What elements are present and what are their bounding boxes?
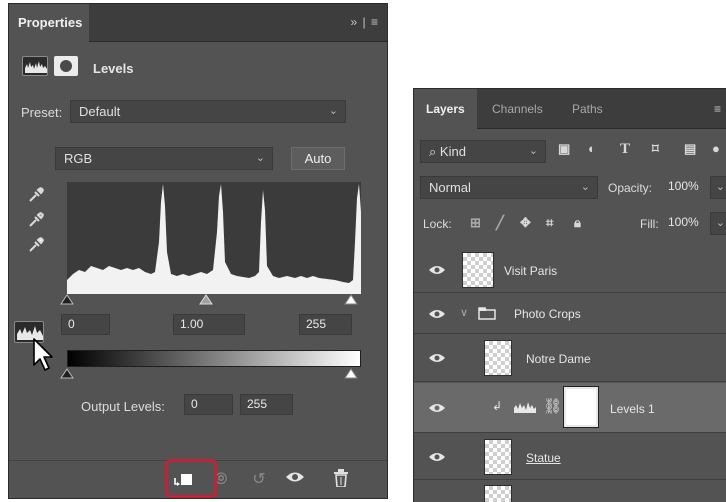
- lock-all-icon[interactable]: 🔒︎: [574, 215, 581, 231]
- layer-thumbnail: [484, 340, 512, 376]
- layer-group-name[interactable]: Photo Crops: [514, 307, 581, 321]
- lock-artboard-icon[interactable]: ⌗: [546, 215, 553, 231]
- panel-menu-icon[interactable]: ≡: [714, 89, 721, 129]
- chevron-down-icon: ⌄: [528, 145, 538, 157]
- visibility-eye-icon[interactable]: [283, 469, 307, 491]
- clipping-arrow-icon: ↲: [492, 399, 503, 413]
- lock-image-pixels-icon[interactable]: ╱: [496, 215, 504, 231]
- layer-thumbnail: [484, 439, 512, 475]
- preset-label: Preset:: [21, 105, 63, 120]
- visibility-eye-icon[interactable]: [428, 402, 446, 414]
- visibility-eye-icon[interactable]: [428, 352, 446, 364]
- input-levels-slider[interactable]: [59, 294, 369, 306]
- output-gradient: [67, 350, 361, 367]
- chevron-down-icon: ⌄: [715, 217, 725, 229]
- opacity-label: Opacity:: [608, 181, 653, 195]
- output-black-field[interactable]: 0: [184, 394, 233, 415]
- chevron-down-icon: ⌄: [715, 181, 725, 193]
- levels-adjustment-icon[interactable]: [22, 56, 48, 76]
- adjustment-title: Levels: [93, 61, 134, 76]
- input-gamma-field[interactable]: 1.00: [173, 314, 245, 335]
- layer-name[interactable]: Notre Dame: [526, 352, 591, 366]
- output-levels-slider[interactable]: [49, 366, 369, 380]
- filter-toggle-icon[interactable]: ●: [712, 141, 720, 156]
- layers-panel: Layers Channels Paths ≡ ⌕ Kind ⌄ ▣ ◐ T ⌑…: [413, 88, 726, 502]
- fill-field[interactable]: 100%: [662, 213, 710, 234]
- panel-menu-icon[interactable]: » | ≡: [351, 15, 379, 29]
- tab-channels[interactable]: Channels: [492, 89, 543, 129]
- opacity-dropdown[interactable]: ⌄: [710, 176, 726, 199]
- tab-layers[interactable]: Layers: [414, 89, 477, 129]
- tab-properties[interactable]: Properties: [9, 4, 89, 42]
- layer-thumbnail: [462, 252, 494, 288]
- blend-mode-dropdown[interactable]: Normal ⌄: [420, 176, 598, 199]
- layer-mask-thumbnail[interactable]: [563, 386, 599, 428]
- adjustment-layer-filter-icon[interactable]: ◐: [588, 141, 596, 156]
- visibility-eye-icon[interactable]: [428, 264, 446, 276]
- lock-transparent-pixels-icon[interactable]: ⊞: [470, 215, 481, 231]
- clip-to-layer-highlight: [165, 459, 217, 498]
- gray-point-eyedropper-icon[interactable]: [27, 211, 45, 229]
- layer-name[interactable]: Statue: [526, 451, 561, 465]
- lock-label: Lock:: [423, 217, 452, 231]
- chevron-down-icon: ⌄: [580, 181, 590, 193]
- input-black-field[interactable]: 0: [61, 314, 110, 335]
- visibility-eye-icon[interactable]: [428, 308, 446, 320]
- tab-paths[interactable]: Paths: [572, 89, 603, 129]
- input-white-field[interactable]: 255: [299, 314, 352, 335]
- channel-dropdown[interactable]: RGB ⌄: [55, 147, 273, 170]
- histogram: [67, 182, 361, 294]
- layer-thumbnail: [484, 485, 512, 502]
- trash-icon[interactable]: [329, 469, 353, 491]
- auto-button[interactable]: Auto: [291, 147, 345, 170]
- search-icon: ⌕: [429, 144, 440, 159]
- layer-name[interactable]: Visit Paris: [504, 264, 557, 278]
- opacity-field[interactable]: 100%: [662, 177, 710, 198]
- layers-tab-bar: Layers Channels Paths ≡: [414, 89, 726, 129]
- smart-object-filter-icon[interactable]: ▤: [684, 141, 696, 157]
- channel-value: RGB: [64, 151, 93, 166]
- visibility-eye-icon[interactable]: [428, 451, 446, 463]
- output-levels-label: Output Levels:: [81, 399, 165, 414]
- type-layer-filter-icon[interactable]: T: [620, 141, 630, 158]
- layer-row[interactable]: Statue: [414, 434, 726, 480]
- shape-layer-filter-icon[interactable]: ⌑: [652, 141, 659, 157]
- filter-kind-dropdown[interactable]: ⌕ Kind ⌄: [420, 140, 546, 163]
- layer-row[interactable]: Notre Dame: [414, 335, 726, 382]
- fill-dropdown[interactable]: ⌄: [710, 212, 726, 235]
- layer-group-row[interactable]: ∨ Photo Crops: [414, 294, 726, 334]
- chevron-down-icon: ⌄: [328, 105, 338, 117]
- pixel-layer-filter-icon[interactable]: ▣: [558, 141, 570, 157]
- preset-value: Default: [79, 104, 121, 119]
- layer-row-selected[interactable]: ↲ ⛓︎ Levels 1: [414, 383, 726, 433]
- layer-name[interactable]: Levels 1: [610, 402, 655, 416]
- blend-mode-value: Normal: [429, 180, 471, 195]
- preset-dropdown[interactable]: Default ⌄: [70, 100, 346, 123]
- levels-adjustment-icon[interactable]: [514, 401, 536, 413]
- layer-row[interactable]: Visit Paris: [414, 248, 726, 293]
- chevron-down-icon: ⌄: [255, 152, 265, 164]
- layer-mask-icon[interactable]: [54, 56, 78, 76]
- expand-chevron-icon[interactable]: ∨: [460, 306, 468, 319]
- filter-kind-value: Kind: [439, 144, 466, 159]
- properties-panel: Properties » | ≡ Levels Preset: Default …: [8, 3, 388, 499]
- link-chain-icon[interactable]: ⛓︎: [543, 397, 562, 415]
- lock-position-icon[interactable]: ✥: [520, 215, 531, 231]
- fill-label: Fill:: [640, 217, 659, 231]
- properties-tab-bar: Properties » | ≡: [9, 4, 387, 42]
- white-point-eyedropper-icon[interactable]: [27, 236, 45, 254]
- folder-icon: [478, 307, 496, 320]
- output-white-field[interactable]: 255: [240, 394, 293, 415]
- reset-adjustment-icon[interactable]: ↺: [247, 469, 271, 491]
- black-point-eyedropper-icon[interactable]: [27, 186, 45, 204]
